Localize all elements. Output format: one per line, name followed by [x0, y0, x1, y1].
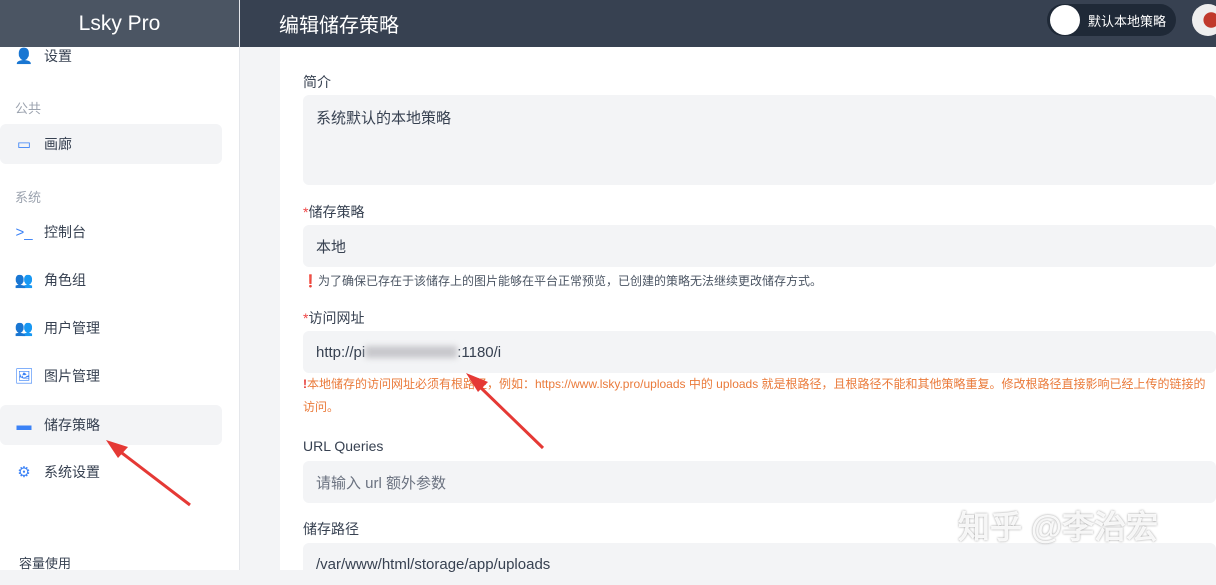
sidebar-item-label: 图片管理: [44, 368, 100, 384]
images-icon: 🖼: [14, 368, 34, 385]
sidebar: Lsky Pro 👤 设置 公共 ▭ 画廊 系统 >_ 控制台 👥 角色组 👥 用户管理 …: [0, 0, 240, 571]
info-icon: ❗: [303, 274, 318, 288]
sidebar-item-label: 用户管理: [44, 320, 100, 336]
sidebar-item-users[interactable]: 👥 用户管理: [0, 308, 222, 348]
url-warning: !本地储存的访问网址必须有根路径，例如：https://www.lsky.pro…: [303, 373, 1216, 419]
intro-textarea[interactable]: 系统默认的本地策略: [303, 95, 1216, 185]
usage-label: 容量使用: [19, 556, 72, 571]
users-icon: 👥: [14, 272, 34, 289]
path-label: 储存路径: [303, 521, 359, 537]
url-prefix: http://pi: [316, 343, 366, 361]
avatar[interactable]: [1192, 4, 1216, 36]
sidebar-item-label: 系统设置: [44, 464, 100, 480]
default-policy-button[interactable]: ☰ 默认本地策略: [1046, 4, 1176, 36]
intro-label: 简介: [303, 74, 331, 90]
cogs-icon: ⚙: [17, 464, 31, 481]
sidebar-item-label: 画廊: [44, 136, 72, 152]
sidebar-item-images[interactable]: 🖼 图片管理: [0, 356, 222, 396]
sidebar-item-system-settings[interactable]: ⚙ 系统设置: [0, 452, 222, 492]
storage-select[interactable]: 本地: [303, 225, 1216, 267]
sidebar-item-settings[interactable]: 👤 设置: [0, 36, 222, 76]
terminal-icon: >_: [15, 223, 33, 241]
users-gear-icon: 👥: [14, 320, 34, 337]
group-system: 系统: [15, 190, 42, 205]
storage-hint: ❗为了确保已存在于该储存上的图片能够在平台正常预览，已创建的策略无法继续更改储存…: [303, 272, 822, 289]
storage-label-text: 储存策略: [308, 204, 365, 220]
server-icon: ☰: [1049, 5, 1080, 35]
sidebar-item-label: 储存策略: [44, 417, 100, 433]
url-suffix: :1180/i: [457, 343, 502, 361]
sidebar-item-gallery[interactable]: ▭ 画廊: [0, 124, 222, 164]
redacted-blur: [365, 346, 458, 358]
policy-label: 默认本地策略: [1087, 13, 1166, 29]
form-panel: 简介 系统默认的本地策略 *储存策略 本地 ❗为了确保已存在于该储存上的图片能够…: [280, 47, 1216, 585]
queries-input[interactable]: 请输入 url 额外参数: [303, 461, 1216, 503]
storage-hint-text: 为了确保已存在于该储存上的图片能够在平台正常预览，已创建的策略无法继续更改储存方…: [317, 274, 822, 288]
queries-label: URL Queries: [303, 438, 384, 454]
url-label: *访问网址: [303, 310, 365, 326]
sidebar-item-label: 设置: [44, 48, 72, 64]
top-bar: 编辑储存策略 ☰ 默认本地策略: [240, 0, 1216, 47]
watermark: 知乎 @李治宏: [958, 509, 1159, 545]
url-warning-text: 本地储存的访问网址必须有根路径，例如：https://www.lsky.pro/…: [303, 377, 1206, 414]
url-label-text: 访问网址: [308, 310, 365, 326]
group-public: 公共: [15, 101, 42, 116]
sidebar-item-storage[interactable]: ▬ 储存策略: [0, 405, 222, 445]
sidebar-item-label: 角色组: [44, 272, 86, 288]
user-gear-icon: 👤: [14, 48, 34, 65]
sidebar-item-console[interactable]: >_ 控制台: [0, 212, 222, 252]
hdd-icon: ▬: [16, 416, 32, 434]
laptop-icon: ▭: [16, 136, 32, 153]
sidebar-item-label: 控制台: [44, 224, 86, 240]
sidebar-item-roles[interactable]: 👥 角色组: [0, 260, 222, 300]
storage-label: *储存策略: [303, 204, 365, 220]
page-title: 编辑储存策略: [279, 15, 399, 37]
url-input[interactable]: http://pi :1180/i: [303, 331, 1216, 373]
path-input[interactable]: /var/www/html/storage/app/uploads: [303, 543, 1216, 585]
